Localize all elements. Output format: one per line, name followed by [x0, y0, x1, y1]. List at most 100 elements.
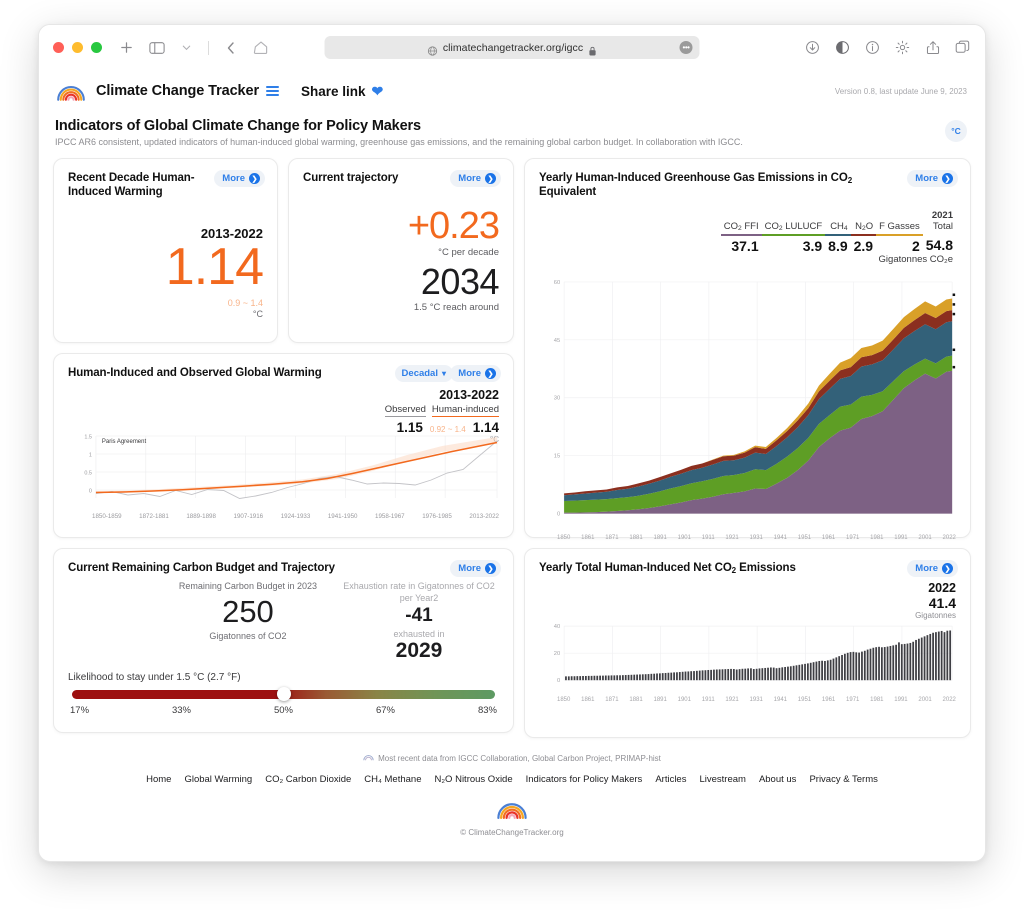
bar	[787, 667, 789, 681]
xtick: 1872-1881	[139, 513, 169, 521]
xtick: 1891	[653, 534, 667, 541]
bar	[866, 649, 869, 681]
net-co2-bar-chart[interactable]: 40 20 0 1850 1861 1871 1881 1891 1901 19…	[539, 617, 956, 703]
more-button-budget[interactable]: More ❯	[450, 560, 501, 577]
more-button-warming[interactable]: More ❯	[450, 365, 501, 382]
bar	[772, 667, 775, 681]
recent-decade-unit: °C	[252, 309, 263, 320]
xtick: 1889-1898	[186, 513, 216, 521]
card-human-induced-observed-warming: Human-Induced and Observed Global Warmin…	[53, 353, 514, 538]
bar	[861, 651, 863, 681]
card-recent-decade-warming: Recent Decade Human-Induced Warming More…	[53, 158, 278, 343]
xtick: 1951	[797, 534, 812, 541]
back-icon[interactable]	[222, 39, 239, 56]
desktop-background: climatechangetracker.org/igcc ••• Climat…	[0, 0, 1024, 917]
footer-link-privacy[interactable]: Privacy & Terms	[809, 774, 877, 785]
svg-text:40: 40	[554, 624, 560, 630]
close-window-button[interactable]	[53, 42, 64, 53]
share-link-label: Share link	[301, 83, 366, 99]
footer-link-n2o[interactable]: N₂O Nitrous Oxide	[435, 774, 513, 785]
bar	[906, 643, 909, 681]
card-title: Recent Decade Human-Induced Warming	[68, 172, 195, 199]
bar	[684, 671, 687, 681]
footer-link-home[interactable]: Home	[146, 774, 171, 785]
bar	[644, 674, 647, 681]
left-column: Recent Decade Human-Induced Warming More…	[53, 158, 514, 738]
menu-icon[interactable]	[266, 85, 280, 97]
bar	[656, 673, 658, 681]
more-button-recent-decade[interactable]: More ❯	[214, 170, 265, 187]
footer-link-global-warming[interactable]: Global Warming	[184, 774, 252, 785]
trajectory-rate-unit: °C per decade	[438, 247, 499, 259]
footer-link-co2[interactable]: CO₂ Carbon Dioxide	[265, 774, 351, 785]
warming-xaxis-labels: 1850-1859 1872-1881 1889-1898 1907-1916 …	[68, 513, 499, 520]
bar	[838, 656, 841, 681]
bar	[610, 675, 613, 681]
bar	[661, 673, 664, 681]
unit-toggle-button[interactable]: °C	[945, 120, 967, 142]
download-icon[interactable]	[804, 39, 821, 56]
warming-series-headers: Observed Human-induced	[384, 404, 499, 417]
share-link-button[interactable]: Share link ❤	[301, 83, 383, 100]
ghg-xaxis-labels: 1850 1861 1871 1881 1891 1901 1911 1921 …	[539, 535, 956, 541]
xtick: 1976-1985	[422, 513, 452, 521]
xtick: 1921	[725, 534, 739, 541]
bar	[826, 660, 829, 681]
home-icon[interactable]	[252, 39, 269, 56]
more-button-current-trajectory[interactable]: More ❯	[450, 170, 501, 187]
decadal-dropdown[interactable]: Decadal ▾	[394, 365, 453, 382]
address-bar[interactable]: climatechangetracker.org/igcc •••	[324, 36, 700, 59]
page-menu-icon[interactable]: •••	[679, 41, 693, 54]
bar	[789, 666, 792, 681]
legend-f-gasses: F Gasses	[876, 220, 923, 236]
footer-link-about[interactable]: About us	[759, 774, 797, 785]
tabs-icon[interactable]	[954, 39, 971, 56]
xtick: 2022	[942, 697, 956, 704]
browser-window: climatechangetracker.org/igcc ••• Climat…	[38, 24, 986, 862]
bar	[940, 631, 943, 681]
bar	[949, 630, 952, 681]
legend-co2-ffi: CO2 FFI	[720, 220, 762, 236]
bar	[613, 675, 616, 681]
bar	[698, 670, 701, 681]
window-controls[interactable]	[53, 42, 102, 53]
bar	[641, 674, 644, 681]
bar	[795, 665, 798, 681]
bar	[738, 669, 741, 681]
xtick: 1981	[870, 697, 884, 704]
site-header: Climate Change Tracker Share link ❤ Vers…	[39, 70, 985, 112]
xtick: 1924-1933	[280, 513, 311, 521]
bar	[602, 676, 604, 681]
reader-icon[interactable]	[834, 39, 851, 56]
warming-chart[interactable]: 1.5 1 0.5 0 Paris Agreement 1850-1859 18…	[68, 432, 499, 521]
bar	[624, 675, 627, 681]
footer-link-ch4[interactable]: CH₄ Methane	[364, 774, 421, 785]
info-icon[interactable]	[864, 39, 881, 56]
maximize-window-button[interactable]	[91, 42, 102, 53]
slider-tick: 50%	[273, 704, 293, 716]
bar	[900, 644, 903, 681]
footer-link-indicators[interactable]: Indicators for Policy Makers	[526, 774, 643, 785]
sidebar-icon[interactable]	[148, 39, 165, 56]
rainbow-small-icon	[363, 754, 374, 763]
likelihood-slider[interactable]	[68, 687, 499, 702]
card-title: Current trajectory	[303, 172, 399, 184]
ghg-stacked-area-chart[interactable]: 60 45 30 15 0 1850 1861 1871 1881 1891 1…	[539, 271, 956, 541]
bar	[619, 675, 621, 681]
bar	[715, 669, 718, 681]
bar	[832, 658, 835, 681]
footer-link-livestream[interactable]: Livestream	[699, 774, 745, 785]
share-icon[interactable]	[924, 39, 941, 56]
gear-icon[interactable]	[894, 39, 911, 56]
chevron-down-icon[interactable]	[178, 39, 195, 56]
new-tab-icon[interactable]	[118, 39, 135, 56]
bar	[681, 672, 684, 681]
more-button-net-co2[interactable]: More ❯	[907, 560, 958, 577]
minimize-window-button[interactable]	[72, 42, 83, 53]
more-button-ghg[interactable]: More ❯	[907, 170, 958, 187]
svg-text:1.5: 1.5	[84, 435, 92, 441]
footer-link-articles[interactable]: Articles	[655, 774, 686, 785]
xtick: 1941	[773, 697, 788, 704]
xtick: 1861	[581, 534, 595, 541]
slider-knob[interactable]	[276, 687, 291, 702]
